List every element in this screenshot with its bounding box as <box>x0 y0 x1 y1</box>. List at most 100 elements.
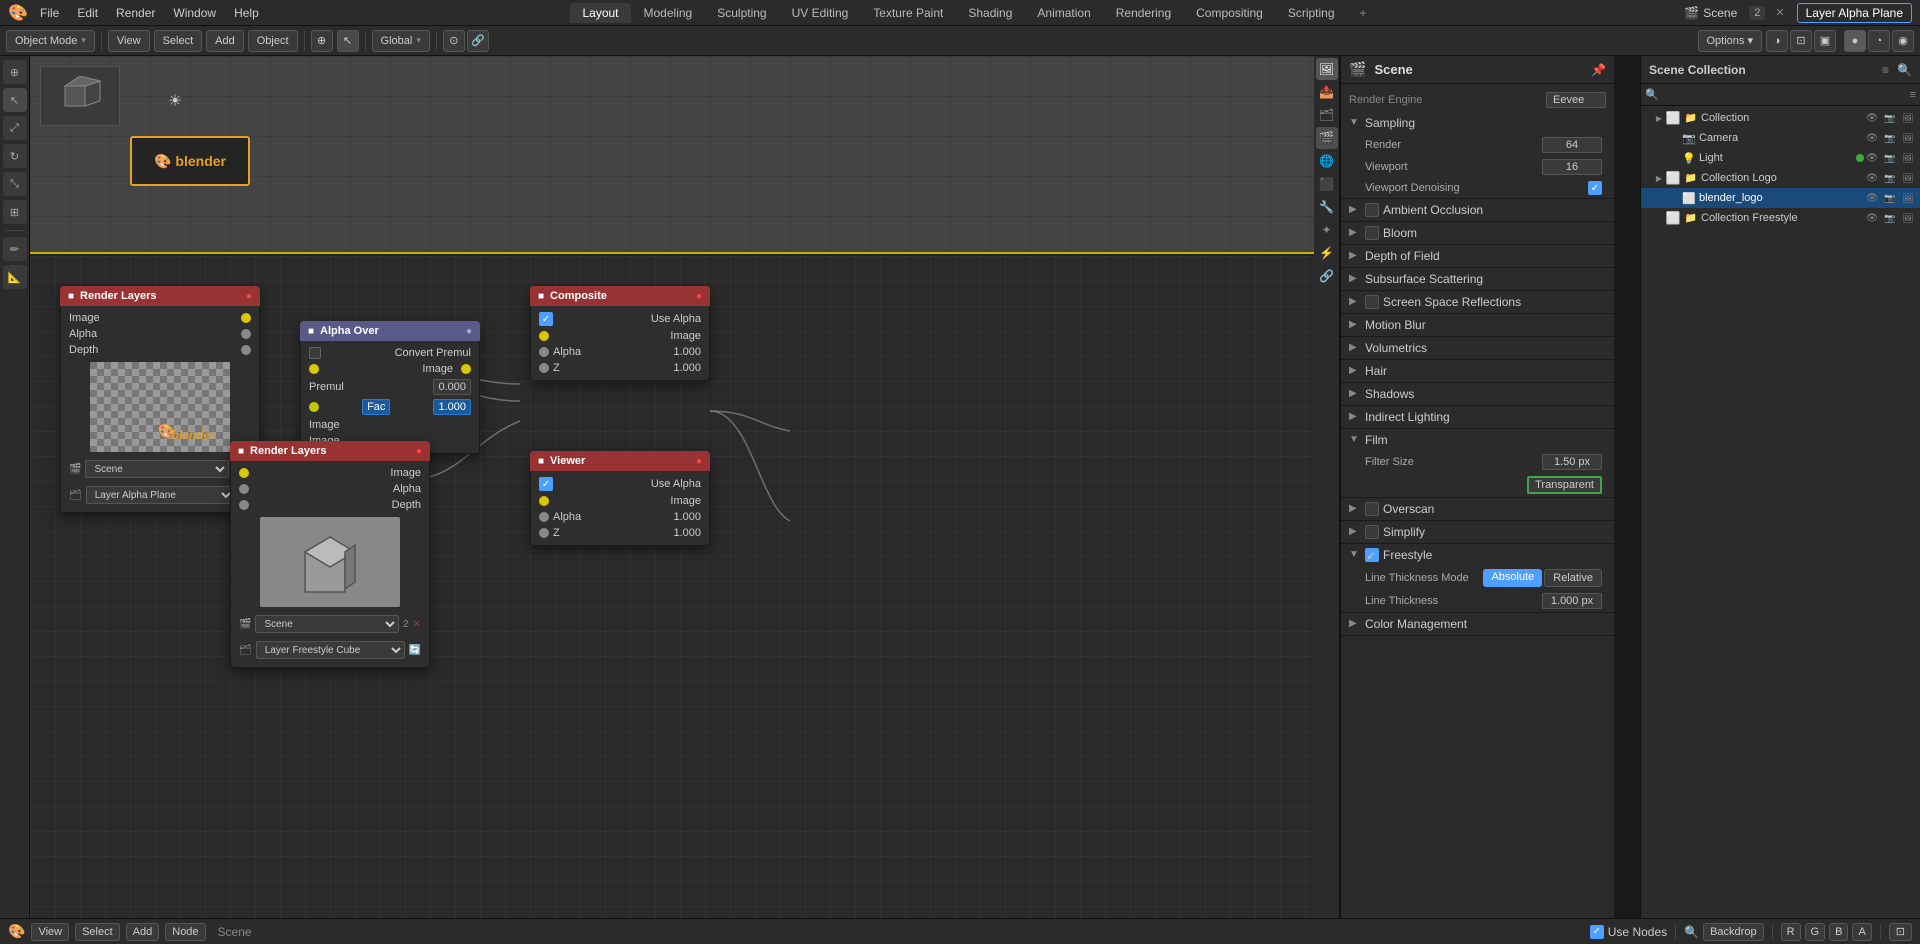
outliner-action-icon-2[interactable]: ≡ <box>1910 89 1916 101</box>
line-thickness-absolute-btn[interactable]: Absolute <box>1483 569 1542 587</box>
collection-render-icon[interactable]: 🖼 <box>1900 110 1916 126</box>
tab-scripting[interactable]: Scripting <box>1276 3 1347 23</box>
light-eye-icon[interactable]: 👁 <box>1864 150 1880 166</box>
overscan-header[interactable]: ▶ Overscan <box>1341 498 1614 520</box>
bottom-select-menu[interactable]: Select <box>75 923 120 941</box>
node-rl2-depth-socket[interactable] <box>239 500 249 510</box>
ao-checkbox[interactable] <box>1365 203 1379 217</box>
tab-shading[interactable]: Shading <box>956 3 1024 23</box>
outliner-item-camera[interactable]: ▶ 📷 Camera 👁 📷 🖼 <box>1641 128 1920 148</box>
node-output-depth-socket[interactable] <box>241 345 251 355</box>
add-menu-btn[interactable]: Add <box>206 30 244 52</box>
tab-animation[interactable]: Animation <box>1025 3 1102 23</box>
render-shading-btn[interactable]: ◉ <box>1892 30 1914 52</box>
proportional-edit-btn[interactable]: ⊙ <box>443 30 465 52</box>
composite-z-socket[interactable] <box>539 363 549 373</box>
freestyle-checkbox[interactable]: ✓ <box>1365 548 1379 562</box>
hair-header[interactable]: ▶ Hair <box>1341 360 1614 382</box>
node-alpha-over-image-out-socket[interactable] <box>461 364 471 374</box>
material-shading-btn[interactable]: ◔ <box>1868 30 1890 52</box>
bottom-backdrop-btn[interactable]: Backdrop <box>1703 923 1763 941</box>
viewport-samples-value[interactable]: 16 <box>1542 159 1602 175</box>
view-menu-btn[interactable]: View <box>108 30 150 52</box>
collection-freestyle-camera-icon[interactable]: 📷 <box>1882 210 1898 226</box>
use-nodes-wrap[interactable]: ✓ Use Nodes <box>1590 925 1667 939</box>
motion-blur-header[interactable]: ▶ Motion Blur <box>1341 314 1614 336</box>
collection-freestyle-eye-icon[interactable]: 👁 <box>1864 210 1880 226</box>
node-viewer-close[interactable]: ● <box>696 456 702 467</box>
outliner-filter-icon[interactable]: ≡ <box>1882 63 1889 77</box>
select-tool[interactable]: ↖ <box>337 30 359 52</box>
viewport-shading-btn[interactable]: ◑ <box>1766 30 1788 52</box>
light-camera-icon[interactable]: 📷 <box>1882 150 1898 166</box>
tool-cursor[interactable]: ⊕ <box>3 60 27 84</box>
blender-app-icon[interactable]: 🎨 <box>6 1 30 25</box>
camera-render-icon[interactable]: 🖼 <box>1900 130 1916 146</box>
blender-logo-camera-icon[interactable]: 📷 <box>1882 190 1898 206</box>
tab-sculpting[interactable]: Sculpting <box>705 3 778 23</box>
close-window-icon[interactable]: ✕ <box>1771 6 1788 19</box>
object-menu-btn[interactable]: Object <box>248 30 298 52</box>
tab-modeling[interactable]: Modeling <box>632 3 705 23</box>
bottom-node-menu[interactable]: Node <box>165 923 205 941</box>
node-alpha-over-fac-socket[interactable] <box>309 402 319 412</box>
cursor-tool[interactable]: ⊕ <box>311 30 333 52</box>
node-alpha-over-close[interactable]: ● <box>466 326 472 337</box>
volumetrics-header[interactable]: ▶ Volumetrics <box>1341 337 1614 359</box>
indirect-lighting-header[interactable]: ▶ Indirect Lighting <box>1341 406 1614 428</box>
transparent-value[interactable]: Transparent <box>1527 476 1602 494</box>
node-layer-render-btn-2[interactable]: 🔄 <box>409 645 421 656</box>
node-rl2-image-socket[interactable] <box>239 468 249 478</box>
options-btn[interactable]: Options ▾ <box>1698 30 1763 52</box>
props-tab-scene[interactable]: 🎬 <box>1316 127 1338 149</box>
node-output-alpha-socket[interactable] <box>241 329 251 339</box>
simplify-checkbox[interactable] <box>1365 525 1379 539</box>
node-composite[interactable]: ■ Composite ● ✓ Use Alpha <box>530 286 710 381</box>
overscan-checkbox[interactable] <box>1365 502 1379 516</box>
bottom-a-btn[interactable]: A <box>1852 923 1871 941</box>
render-engine-value[interactable]: Eevee <box>1546 92 1606 108</box>
ssr-checkbox[interactable] <box>1365 295 1379 309</box>
tab-add[interactable]: + <box>1348 3 1379 23</box>
node-output-image-socket[interactable] <box>241 313 251 323</box>
tool-rotate[interactable]: ↻ <box>3 144 27 168</box>
node-composite-close[interactable]: ● <box>696 291 702 302</box>
outliner-item-collection-freestyle[interactable]: ▶ ⬜ 📁 Collection Freestyle 👁 📷 🖼 <box>1641 208 1920 228</box>
node-rl2-alpha-socket[interactable] <box>239 484 249 494</box>
collection-logo-arrow-icon[interactable]: ▶ <box>1653 172 1665 184</box>
props-tab-world[interactable]: 🌐 <box>1316 150 1338 172</box>
shadows-header[interactable]: ▶ Shadows <box>1341 383 1614 405</box>
render-samples-value[interactable]: 64 <box>1542 137 1602 153</box>
use-nodes-checkbox[interactable]: ✓ <box>1590 925 1604 939</box>
transform-orientation[interactable]: Global ▾ <box>372 30 430 52</box>
outliner-item-blender-logo[interactable]: ▶ ⬜ blender_logo 👁 📷 🖼 <box>1641 188 1920 208</box>
bloom-checkbox[interactable] <box>1365 226 1379 240</box>
menu-render[interactable]: Render <box>108 4 163 22</box>
tool-move[interactable]: ⤢ <box>3 116 27 140</box>
bottom-zoom-icon[interactable]: 🔍 <box>1684 925 1699 939</box>
bottom-g-btn[interactable]: G <box>1805 923 1826 941</box>
collection-freestyle-render-icon[interactable]: 🖼 <box>1900 210 1916 226</box>
dof-header[interactable]: ▶ Depth of Field <box>1341 245 1614 267</box>
ssr-header[interactable]: ▶ Screen Space Reflections <box>1341 291 1614 313</box>
node-layer-select-1[interactable]: Layer Alpha Plane <box>86 486 235 504</box>
outliner-item-collection[interactable]: ▶ ⬜ 📁 Collection 👁 📷 🖼 <box>1641 108 1920 128</box>
filter-size-value[interactable]: 1.50 px <box>1542 454 1602 470</box>
tab-texture-paint[interactable]: Texture Paint <box>861 3 955 23</box>
props-tab-particles[interactable]: ✦ <box>1316 219 1338 241</box>
viewer-use-alpha-checkbox[interactable]: ✓ <box>539 477 553 491</box>
menu-window[interactable]: Window <box>165 4 224 22</box>
node-scene-close-2[interactable]: ✕ <box>413 619 421 630</box>
viewport-overlays-btn[interactable]: ⊡ <box>1790 30 1812 52</box>
composite-use-alpha-checkbox[interactable]: ✓ <box>539 312 553 326</box>
props-tab-physics[interactable]: ⚡ <box>1316 242 1338 264</box>
node-alpha-over-image-in-socket[interactable] <box>309 364 319 374</box>
viewport-denoising-checkbox[interactable]: ✓ <box>1588 181 1602 195</box>
menu-help[interactable]: Help <box>226 4 267 22</box>
collection-logo-eye-icon[interactable]: 👁 <box>1864 170 1880 186</box>
line-thickness-relative-btn[interactable]: Relative <box>1544 569 1602 587</box>
line-thickness-value[interactable]: 1.000 px <box>1542 593 1602 609</box>
tool-measure[interactable]: 📐 <box>3 265 27 289</box>
panel-pin-icon[interactable]: 📌 <box>1591 63 1606 77</box>
props-tab-constraints[interactable]: 🔗 <box>1316 265 1338 287</box>
